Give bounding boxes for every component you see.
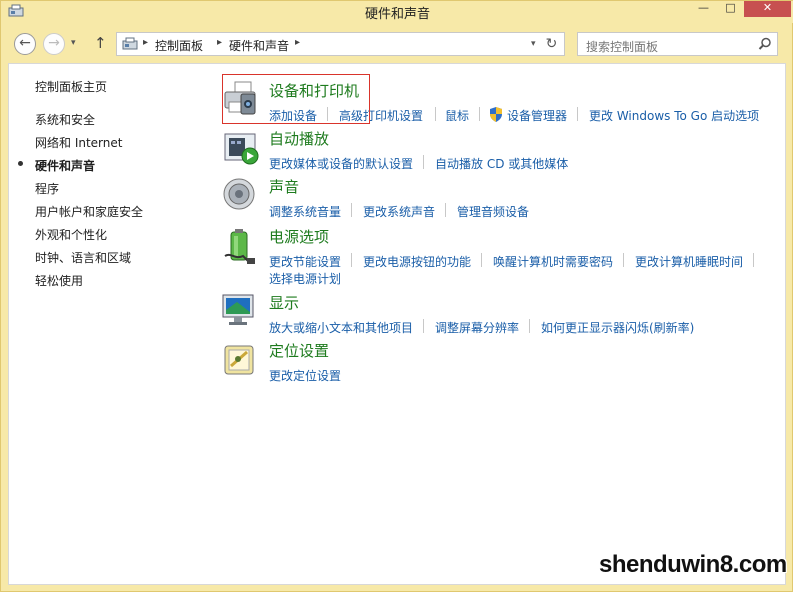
address-dropdown-icon[interactable]: ▾ xyxy=(531,39,536,49)
sidebar-item-system-security[interactable]: 系统和安全 xyxy=(35,111,95,128)
link-separator xyxy=(479,107,480,121)
sidebar-item-hardware-sound[interactable]: 硬件和声音 xyxy=(35,157,95,174)
link-device-manager[interactable]: 设备管理器 xyxy=(507,107,567,124)
breadcrumb-chevron-icon[interactable]: ▸ xyxy=(295,37,300,48)
monitor-icon[interactable] xyxy=(221,292,261,332)
category-title-sound[interactable]: 声音 xyxy=(269,176,299,197)
category-title-display[interactable]: 显示 xyxy=(269,292,299,313)
breadcrumb-chevron-icon[interactable]: ▸ xyxy=(217,37,222,48)
link-separator xyxy=(351,203,352,217)
link-change-media-defaults[interactable]: 更改媒体或设备的默认设置 xyxy=(269,155,413,172)
search-placeholder: 搜索控制面板 xyxy=(586,40,659,54)
breadcrumb-chevron-icon[interactable]: ▸ xyxy=(143,37,148,48)
minimize-button[interactable]: — xyxy=(690,1,717,17)
search-icon[interactable] xyxy=(758,37,772,51)
link-autoplay-cd[interactable]: 自动播放 CD 或其他媒体 xyxy=(435,155,568,172)
content-pane: 控制面板主页 系统和安全 网络和 Internet 硬件和声音 程序 用户帐户和… xyxy=(8,63,786,585)
window-title: 硬件和声音 xyxy=(364,7,430,22)
category-title-power-options[interactable]: 电源选项 xyxy=(269,226,329,247)
link-power-button-function[interactable]: 更改电源按钮的功能 xyxy=(363,253,471,270)
watermark: shenduwin8.com xyxy=(599,551,787,578)
navigation-bar: ← → ▾ ↑ ▸ 控制面板 ▸ 硬件和声音 ▸ ▾ ↻ 搜索控制面板 xyxy=(8,29,786,59)
link-adjust-volume[interactable]: 调整系统音量 xyxy=(269,203,341,220)
speaker-icon[interactable] xyxy=(221,176,261,216)
location-icon[interactable] xyxy=(221,340,261,380)
active-bullet-icon xyxy=(18,161,23,166)
recent-locations-dropdown[interactable]: ▾ xyxy=(71,38,76,48)
sidebar-item-ease-of-access[interactable]: 轻松使用 xyxy=(35,272,83,289)
link-separator xyxy=(481,253,482,267)
control-panel-icon xyxy=(122,37,138,50)
window: 硬件和声音 — □ ✕ ← → ▾ ↑ ▸ 控制面板 ▸ 硬件和声音 ▸ ▾ ↻… xyxy=(0,0,793,592)
link-change-system-sounds[interactable]: 更改系统声音 xyxy=(363,203,435,220)
link-separator xyxy=(445,203,446,217)
link-manage-audio-devices[interactable]: 管理音频设备 xyxy=(457,203,529,220)
maximize-button[interactable]: □ xyxy=(717,1,744,17)
link-require-password-wake[interactable]: 唤醒计算机时需要密码 xyxy=(493,253,613,270)
battery-icon[interactable] xyxy=(221,226,261,266)
close-button[interactable]: ✕ xyxy=(744,1,791,17)
category-title-autoplay[interactable]: 自动播放 xyxy=(269,128,329,149)
sidebar-item-appearance[interactable]: 外观和个性化 xyxy=(35,226,107,243)
link-separator xyxy=(623,253,624,267)
link-screen-resolution[interactable]: 调整屏幕分辨率 xyxy=(435,319,519,336)
link-mouse[interactable]: 鼠标 xyxy=(445,107,469,124)
link-separator xyxy=(423,319,424,333)
refresh-button[interactable]: ↻ xyxy=(539,32,565,56)
up-button[interactable]: ↑ xyxy=(94,34,107,52)
link-separator xyxy=(577,107,578,121)
link-separator xyxy=(351,253,352,267)
title-bar: 硬件和声音 — □ ✕ xyxy=(1,1,793,23)
sidebar-item-control-panel-home[interactable]: 控制面板主页 xyxy=(35,78,107,95)
breadcrumb-hardware-and-sound[interactable]: 硬件和声音 xyxy=(229,37,289,54)
highlight-box xyxy=(222,74,370,124)
back-button[interactable]: ← xyxy=(14,33,36,55)
link-change-sleep-time[interactable]: 更改计算机睡眠时间 xyxy=(635,253,743,270)
link-choose-power-plan[interactable]: 选择电源计划 xyxy=(269,270,341,287)
sidebar-item-clock-language-region[interactable]: 时钟、语言和区域 xyxy=(35,249,131,266)
link-monitor-flicker[interactable]: 如何更正显示器闪烁(刷新率) xyxy=(541,319,694,336)
sidebar-item-programs[interactable]: 程序 xyxy=(35,180,59,197)
shield-icon xyxy=(490,107,502,122)
link-change-location-settings[interactable]: 更改定位设置 xyxy=(269,367,341,384)
link-text-size[interactable]: 放大或缩小文本和其他项目 xyxy=(269,319,413,336)
search-input[interactable]: 搜索控制面板 xyxy=(577,32,778,56)
address-bar[interactable]: ▸ 控制面板 ▸ 硬件和声音 ▸ ▾ xyxy=(116,32,544,56)
link-separator xyxy=(423,155,424,169)
sidebar-item-user-accounts[interactable]: 用户帐户和家庭安全 xyxy=(35,203,143,220)
link-separator xyxy=(753,253,754,267)
link-separator xyxy=(529,319,530,333)
forward-button[interactable]: → xyxy=(43,33,65,55)
link-change-power-saving[interactable]: 更改节能设置 xyxy=(269,253,341,270)
link-windows-to-go[interactable]: 更改 Windows To Go 启动选项 xyxy=(589,107,759,124)
category-title-location-settings[interactable]: 定位设置 xyxy=(269,340,329,361)
autoplay-icon[interactable] xyxy=(221,128,261,168)
breadcrumb-control-panel[interactable]: 控制面板 xyxy=(155,37,203,54)
link-separator xyxy=(435,107,436,121)
sidebar-item-network-internet[interactable]: 网络和 Internet xyxy=(35,134,122,151)
